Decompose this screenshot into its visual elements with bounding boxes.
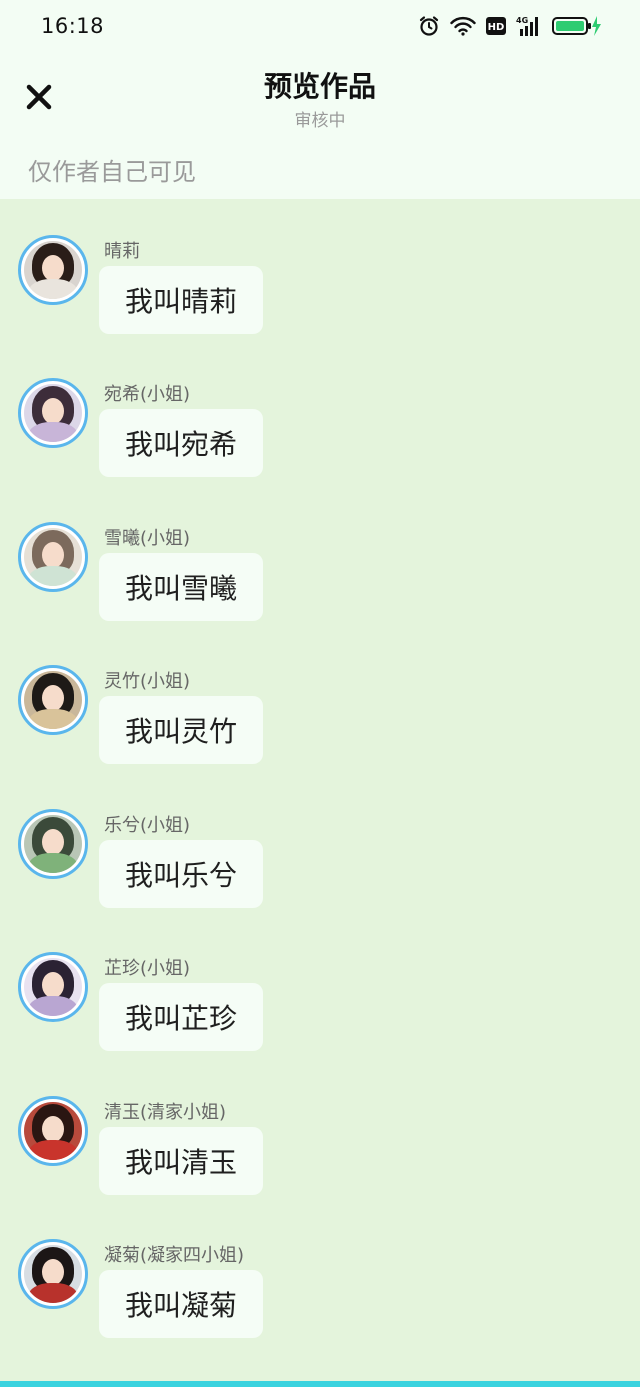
message-bubble[interactable]: 我叫凝菊 [99, 1270, 263, 1338]
message-bubble[interactable]: 我叫乐兮 [99, 840, 263, 908]
svg-text:HD: HD [488, 22, 505, 33]
chat-list: 晴莉 我叫晴莉 宛希(小姐) 我叫宛希 雪曦(小姐) 我叫雪曦 灵竹(小姐) 我… [0, 199, 640, 1379]
chat-message: 灵竹(小姐) 我叫灵竹 [0, 665, 640, 775]
message-bubble[interactable]: 我叫宛希 [99, 409, 263, 477]
sender-name: 清玉(清家小姐) [104, 1102, 227, 1123]
status-icons: HD 4G [418, 15, 602, 37]
message-bubble[interactable]: 我叫雪曦 [99, 553, 263, 621]
sender-name: 晴莉 [104, 241, 140, 262]
chat-message: 凝菊(凝家四小姐) 我叫凝菊 [0, 1239, 640, 1349]
avatar[interactable] [18, 952, 88, 1022]
nav-bar: 预览作品 审核中 [0, 56, 640, 142]
battery-charging-icon [552, 15, 602, 37]
page-title: 预览作品 [263, 70, 376, 103]
message-bubble[interactable]: 我叫清玉 [99, 1127, 263, 1195]
status-bar: 16:18 HD 4G [0, 0, 640, 56]
bottom-accent-bar [0, 1381, 640, 1387]
chat-message: 乐兮(小姐) 我叫乐兮 [0, 809, 640, 919]
avatar[interactable] [18, 235, 88, 305]
sender-name: 凝菊(凝家四小姐) [104, 1245, 245, 1266]
avatar[interactable] [18, 378, 88, 448]
avatar[interactable] [18, 809, 88, 879]
sender-name: 芷珍(小姐) [104, 958, 191, 979]
cellular-signal-icon: 4G [516, 15, 542, 37]
message-bubble[interactable]: 我叫芷珍 [99, 983, 263, 1051]
message-bubble[interactable]: 我叫灵竹 [99, 696, 263, 764]
svg-text:4G: 4G [516, 16, 528, 25]
wifi-icon [450, 16, 476, 36]
sender-name: 灵竹(小姐) [104, 671, 191, 692]
header-area: 16:18 HD 4G 预览作品 审核中 仅作者自己可见 [0, 0, 640, 199]
visibility-note: 仅作者自己可见 [28, 158, 196, 186]
hd-icon: HD [486, 17, 506, 35]
sender-name: 宛希(小姐) [104, 384, 191, 405]
review-status: 审核中 [294, 111, 346, 131]
avatar[interactable] [18, 665, 88, 735]
sender-name: 乐兮(小姐) [104, 815, 191, 836]
avatar[interactable] [18, 522, 88, 592]
avatar[interactable] [18, 1096, 88, 1166]
status-time: 16:18 [41, 14, 105, 38]
chat-message: 芷珍(小姐) 我叫芷珍 [0, 952, 640, 1062]
chat-message: 晴莉 我叫晴莉 [0, 235, 640, 345]
sender-name: 雪曦(小姐) [104, 528, 191, 549]
avatar[interactable] [18, 1239, 88, 1309]
chat-message: 清玉(清家小姐) 我叫清玉 [0, 1096, 640, 1206]
message-bubble[interactable]: 我叫晴莉 [99, 266, 263, 334]
alarm-icon [418, 15, 440, 37]
chat-message: 宛希(小姐) 我叫宛希 [0, 378, 640, 488]
chat-message: 雪曦(小姐) 我叫雪曦 [0, 522, 640, 632]
